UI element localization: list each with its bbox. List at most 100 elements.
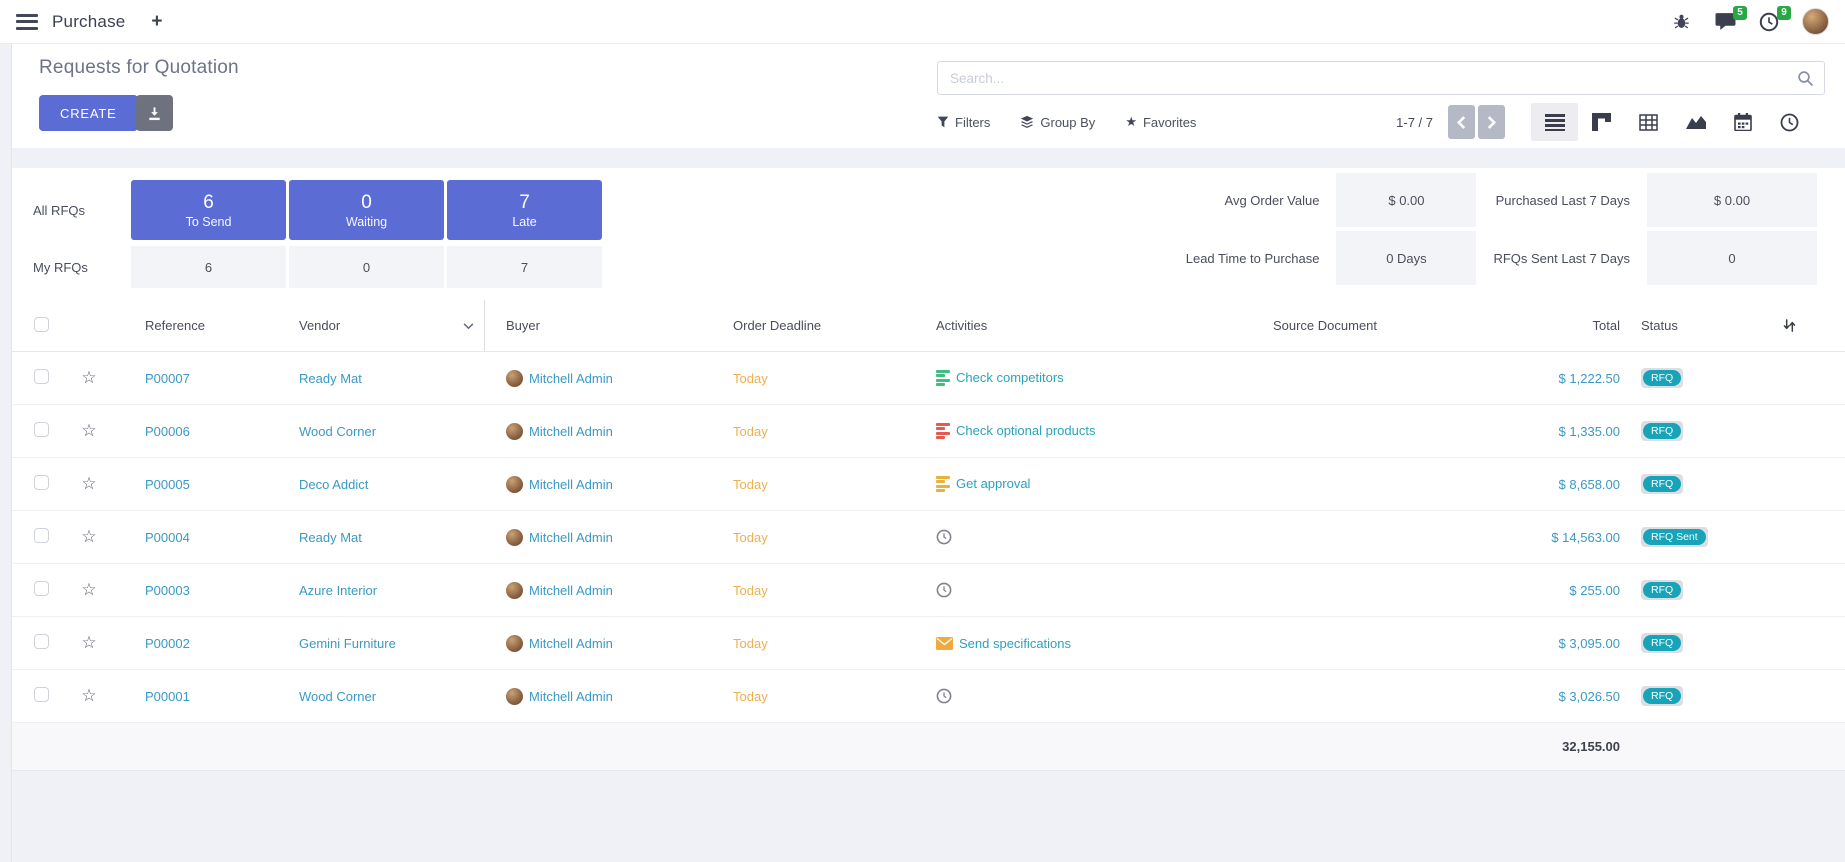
envelope-icon[interactable] — [936, 637, 953, 650]
schedule-activity-clock-icon[interactable] — [936, 529, 952, 545]
activity-link[interactable]: Get approval — [956, 476, 1030, 491]
buyer-link[interactable]: Mitchell Admin — [529, 689, 613, 704]
activity-link[interactable]: Check optional products — [956, 423, 1095, 438]
kanban-view-icon[interactable] — [1578, 103, 1625, 141]
optional-columns-icon[interactable] — [1782, 318, 1797, 333]
schedule-activity-clock-icon[interactable] — [936, 688, 952, 704]
column-header-reference[interactable]: Reference — [114, 318, 288, 333]
my-late-cell[interactable]: 7 — [447, 246, 602, 288]
table-row[interactable]: ☆ P00005 Deco Addict Mitchell Admin Toda… — [12, 458, 1845, 511]
schedule-activity-clock-icon[interactable] — [936, 582, 952, 598]
row-checkbox[interactable] — [34, 475, 49, 490]
order-deadline: Today — [733, 371, 768, 386]
column-header-buyer[interactable]: Buyer — [485, 318, 720, 333]
vendor-link[interactable]: Wood Corner — [299, 689, 376, 704]
my-to-send-cell[interactable]: 6 — [131, 246, 286, 288]
reference-link[interactable]: P00003 — [145, 583, 190, 598]
favorite-star-icon[interactable]: ☆ — [81, 633, 96, 652]
total-amount: $ 1,335.00 — [1559, 424, 1620, 439]
activities-icon[interactable]: 9 — [1758, 11, 1780, 33]
buyer-link[interactable]: Mitchell Admin — [529, 424, 613, 439]
vendor-link[interactable]: Ready Mat — [299, 371, 362, 386]
reference-link[interactable]: P00004 — [145, 530, 190, 545]
favorite-star-icon[interactable]: ☆ — [81, 368, 96, 387]
menu-icon[interactable] — [16, 14, 38, 30]
app-name[interactable]: Purchase — [52, 12, 125, 32]
activity-list-icon[interactable] — [936, 370, 950, 386]
bug-icon[interactable] — [1670, 11, 1692, 33]
group-by-button[interactable]: Group By — [1020, 115, 1095, 130]
waiting-filter-button[interactable]: 0 Waiting — [289, 180, 444, 240]
buyer-link[interactable]: Mitchell Admin — [529, 530, 613, 545]
messages-count-badge: 5 — [1733, 6, 1747, 20]
favorite-star-icon[interactable]: ☆ — [81, 686, 96, 705]
vendor-link[interactable]: Azure Interior — [299, 583, 377, 598]
favorite-star-icon[interactable]: ☆ — [81, 474, 96, 493]
purchased-last-7-days: $ 0.00 — [1647, 173, 1817, 227]
favorite-star-icon[interactable]: ☆ — [81, 580, 96, 599]
favorite-star-icon[interactable]: ☆ — [81, 527, 96, 546]
vendor-link[interactable]: Deco Addict — [299, 477, 368, 492]
search-input[interactable] — [938, 62, 1797, 94]
export-button[interactable] — [136, 95, 173, 131]
buyer-link[interactable]: Mitchell Admin — [529, 371, 613, 386]
column-header-order-deadline[interactable]: Order Deadline — [720, 318, 925, 333]
pivot-view-icon[interactable] — [1625, 103, 1672, 141]
activity-list-icon[interactable] — [936, 476, 950, 492]
create-button[interactable]: CREATE — [39, 95, 138, 131]
buyer-link[interactable]: Mitchell Admin — [529, 477, 613, 492]
list-view-icon[interactable] — [1531, 103, 1578, 141]
activity-view-icon[interactable] — [1766, 103, 1813, 141]
total-amount: $ 255.00 — [1569, 583, 1620, 598]
graph-view-icon[interactable] — [1672, 103, 1719, 141]
column-header-source-document[interactable]: Source Document — [1180, 318, 1470, 333]
table-row[interactable]: ☆ P00003 Azure Interior Mitchell Admin T… — [12, 564, 1845, 617]
table-row[interactable]: ☆ P00004 Ready Mat Mitchell Admin Today … — [12, 511, 1845, 564]
reference-link[interactable]: P00002 — [145, 636, 190, 651]
row-checkbox[interactable] — [34, 634, 49, 649]
filters-button[interactable]: Filters — [937, 115, 990, 130]
row-checkbox[interactable] — [34, 369, 49, 384]
pager-next-button[interactable] — [1478, 105, 1505, 139]
select-all-checkbox[interactable] — [34, 317, 49, 332]
table-row[interactable]: ☆ P00002 Gemini Furniture Mitchell Admin… — [12, 617, 1845, 670]
pager-previous-button[interactable] — [1448, 105, 1475, 139]
vendor-link[interactable]: Gemini Furniture — [299, 636, 396, 651]
column-header-activities[interactable]: Activities — [925, 318, 1180, 333]
buyer-link[interactable]: Mitchell Admin — [529, 583, 613, 598]
user-avatar[interactable] — [1802, 8, 1829, 35]
reference-link[interactable]: P00006 — [145, 424, 190, 439]
vendor-link[interactable]: Wood Corner — [299, 424, 376, 439]
my-rfqs-label: My RFQs — [12, 260, 131, 275]
row-checkbox[interactable] — [34, 581, 49, 596]
search-icon[interactable] — [1797, 70, 1824, 87]
reference-link[interactable]: P00001 — [145, 689, 190, 704]
activity-link[interactable]: Send specifications — [959, 636, 1071, 651]
row-checkbox[interactable] — [34, 528, 49, 543]
favorite-star-icon[interactable]: ☆ — [81, 421, 96, 440]
my-waiting-cell[interactable]: 0 — [289, 246, 444, 288]
row-checkbox[interactable] — [34, 687, 49, 702]
vendor-link[interactable]: Ready Mat — [299, 530, 362, 545]
buyer-link[interactable]: Mitchell Admin — [529, 636, 613, 651]
row-checkbox[interactable] — [34, 422, 49, 437]
pager-range[interactable]: 1-7 / 7 — [1396, 115, 1433, 130]
favorites-button[interactable]: ★ Favorites — [1125, 114, 1196, 130]
late-filter-button[interactable]: 7 Late — [447, 180, 602, 240]
plus-icon[interactable]: + — [151, 12, 162, 31]
reference-link[interactable]: P00007 — [145, 371, 190, 386]
table-row[interactable]: ☆ P00001 Wood Corner Mitchell Admin Toda… — [12, 670, 1845, 723]
reference-link[interactable]: P00005 — [145, 477, 190, 492]
activity-list-icon[interactable] — [936, 423, 950, 439]
activity-link[interactable]: Check competitors — [956, 370, 1064, 385]
column-header-total[interactable]: Total — [1470, 318, 1625, 333]
page-background — [12, 771, 1845, 862]
calendar-view-icon[interactable] — [1719, 103, 1766, 141]
download-icon — [147, 106, 162, 121]
column-header-status[interactable]: Status — [1625, 318, 1755, 333]
table-row[interactable]: ☆ P00006 Wood Corner Mitchell Admin Toda… — [12, 405, 1845, 458]
column-header-vendor[interactable]: Vendor — [288, 300, 485, 351]
to-send-filter-button[interactable]: 6 To Send — [131, 180, 286, 240]
table-row[interactable]: ☆ P00007 Ready Mat Mitchell Admin Today … — [12, 352, 1845, 405]
messages-icon[interactable]: 5 — [1714, 11, 1736, 33]
